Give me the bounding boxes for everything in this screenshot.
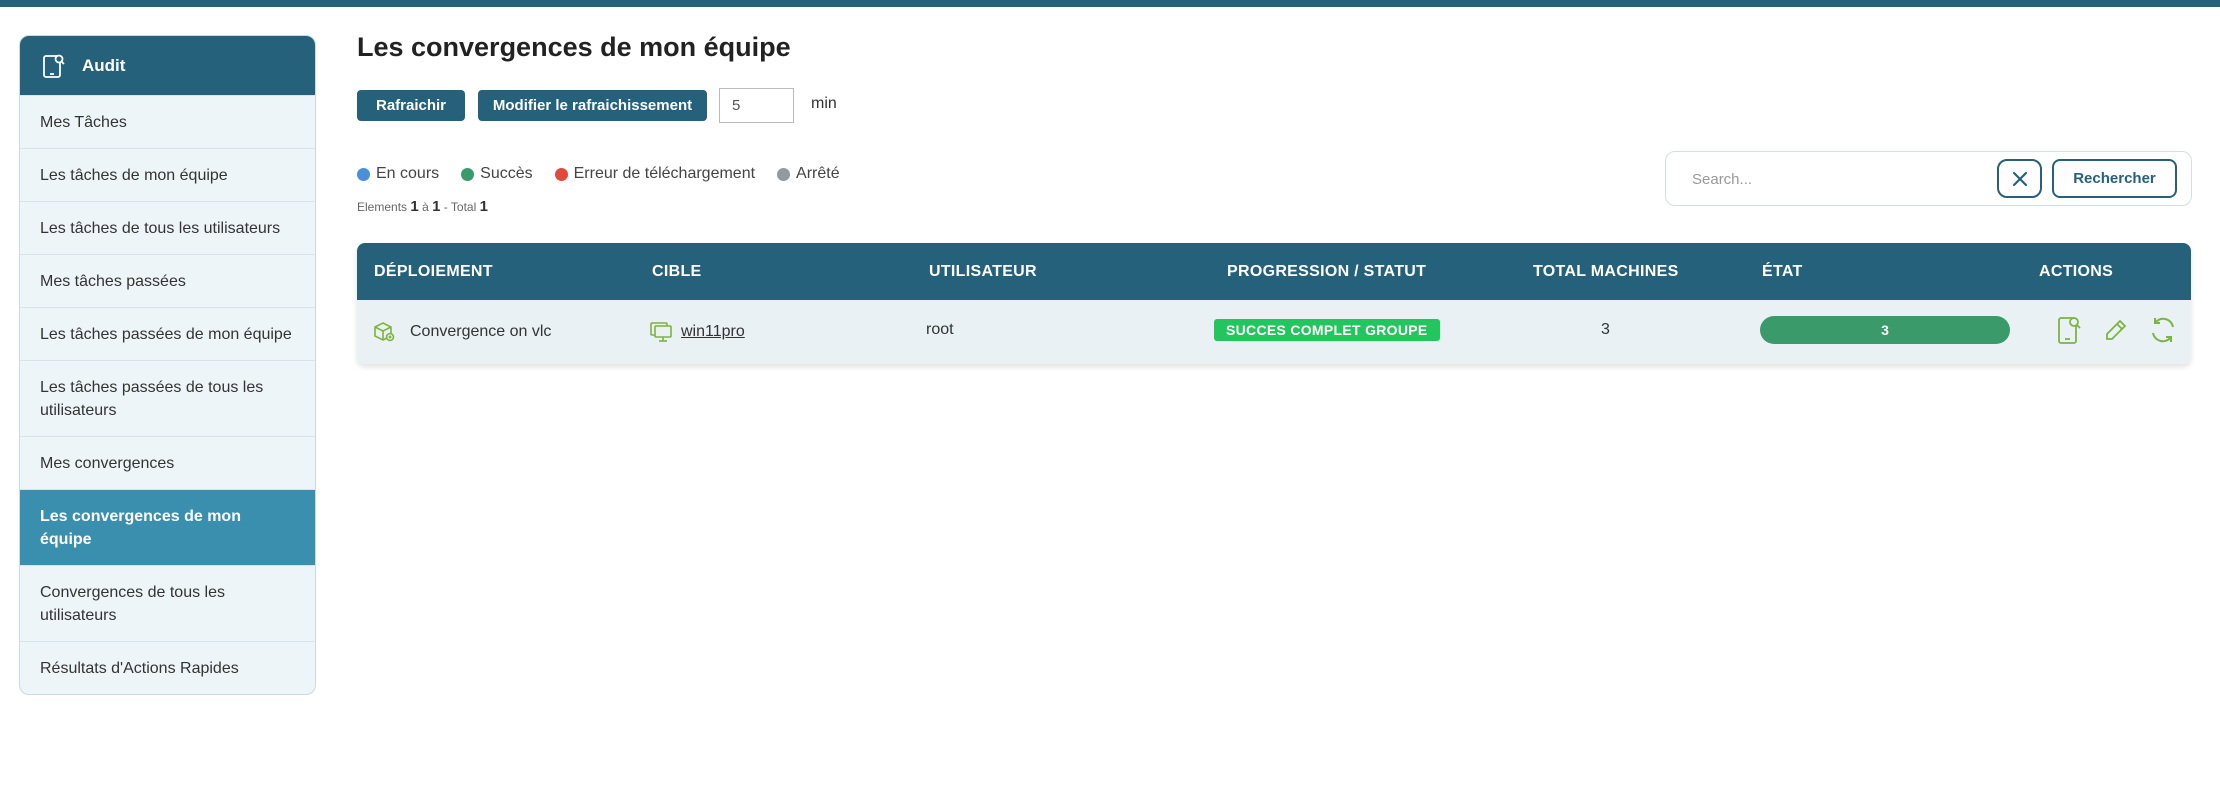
cell-user: root [926,321,954,338]
col-header-target[interactable]: CIBLE [652,243,702,300]
convergences-table: DÉPLOIEMENT CIBLE UTILISATEUR PROGRESSIO… [357,243,2191,364]
pagination-prefix: Elements [357,200,408,214]
refresh-interval-input[interactable] [719,88,794,123]
close-icon [2012,171,2027,186]
sidebar-header[interactable]: Audit [20,36,315,95]
pagination-total: 1 [479,198,488,215]
table-header: DÉPLOIEMENT CIBLE UTILISATEUR PROGRESSIO… [357,243,2191,300]
legend-label: Erreur de téléchargement [573,165,756,182]
pagination-to: 1 [432,198,441,215]
search-input[interactable] [1680,162,1980,196]
sidebar-item-label: Mes convergences [40,454,175,472]
cell-actions [2052,300,2191,360]
audit-action-button[interactable] [2052,313,2086,347]
sidebar-item-all-users-convergences[interactable]: Convergences de tous les utilisateurs [20,565,315,641]
computer-icon [650,322,672,342]
legend-label: Arrêté [796,165,840,182]
sidebar-item-team-tasks[interactable]: Les tâches de mon équipe [20,148,315,201]
cell-deployment: Convergence on vlc [372,300,551,364]
target-link[interactable]: win11pro [681,323,745,341]
sidebar-item-label: Mes Tâches [40,113,127,131]
sidebar-item-label: Résultats d'Actions Rapides [40,659,239,677]
sidebar-item-my-past-tasks[interactable]: Mes tâches passées [20,254,315,307]
legend-dot-blue [357,167,370,181]
sidebar-item-my-convergences[interactable]: Mes convergences [20,436,315,489]
pagination-total-label: - Total [443,200,477,214]
search-bar: Rechercher [1665,151,2192,206]
refresh-unit-label: min [811,95,837,112]
pagination-from: 1 [410,198,419,215]
sidebar-header-label: Audit [82,55,126,75]
col-header-state[interactable]: ÉTAT [1762,243,1803,300]
pagination-sep: à [422,200,429,214]
legend-item-in-progress: En cours [357,165,439,183]
sidebar-item-team-convergences[interactable]: Les convergences de mon équipe [20,489,315,565]
sidebar-item-all-users-tasks[interactable]: Les tâches de tous les utilisateurs [20,201,315,254]
legend-label: En cours [376,165,440,182]
audit-detail-icon [2058,317,2081,344]
col-header-progress-status[interactable]: PROGRESSION / STATUT [1227,243,1426,300]
pagination-info: Elements 1 à 1 - Total 1 [357,198,488,215]
status-badge: SUCCES COMPLET GROUPE [1214,319,1440,341]
cell-total-machines: 3 [1601,321,1610,338]
sidebar-item-label: Les tâches passées de tous les utilisate… [40,378,264,419]
cell-status: SUCCES COMPLET GROUPE [1214,300,1440,360]
legend-dot-red [554,167,568,181]
table-row: Convergence on vlc win11pro root SUCCES … [357,300,2191,364]
state-count: 3 [1881,322,1889,338]
deployment-name: Convergence on vlc [410,323,552,340]
refresh-button[interactable]: Rafraichir [357,90,465,121]
legend-item-success: Succès [461,165,533,183]
sidebar: Audit Mes Tâches Les tâches de mon équip… [19,35,316,695]
col-header-actions: ACTIONS [2039,262,2114,280]
sidebar-item-label: Mes tâches passées [40,272,186,290]
package-icon [374,322,395,342]
cell-target: win11pro [649,300,745,364]
top-accent-bar [0,0,2220,7]
page-title: Les convergences de mon équipe [357,32,791,62]
cell-state: 3 [1760,300,2010,360]
col-header-total-machines[interactable]: TOTAL MACHINES [1533,243,1679,300]
sidebar-item-label: Convergences de tous les utilisateurs [40,583,225,624]
sidebar-item-label: Les tâches de mon équipe [40,166,228,184]
legend-item-stopped: Arrêté [777,165,840,183]
search-button[interactable]: Rechercher [2052,159,2177,198]
legend-label: Succès [480,165,533,182]
legend-dot-grey [777,167,791,181]
audit-icon [43,54,65,78]
edit-action-button[interactable] [2099,313,2133,347]
sidebar-item-label: Les tâches de tous les utilisateurs [40,219,281,237]
sidebar-item-label: Les tâches passées de mon équipe [40,325,292,343]
legend-dot-green [461,167,475,181]
sidebar-item-team-past-tasks[interactable]: Les tâches passées de mon équipe [20,307,315,360]
modify-refresh-button[interactable]: Modifier le rafraichissement [478,90,707,121]
col-header-deployment[interactable]: DÉPLOIEMENT [374,243,493,300]
reload-action-button[interactable] [2146,313,2180,347]
clear-search-button[interactable] [1997,159,2042,198]
sidebar-item-all-users-past-tasks[interactable]: Les tâches passées de tous les utilisate… [20,360,315,436]
sidebar-item-label: Les convergences de mon équipe [40,507,241,548]
refresh-icon [2152,317,2174,343]
sidebar-item-my-tasks[interactable]: Mes Tâches [20,95,315,148]
col-header-user[interactable]: UTILISATEUR [929,243,1037,300]
sidebar-item-quick-actions-results[interactable]: Résultats d'Actions Rapides [20,641,315,694]
pencil-icon [2106,319,2127,340]
status-legend: En cours Succès Erreur de téléchargement… [357,165,862,183]
state-progress-bar: 3 [1760,316,2010,344]
legend-item-download-error: Erreur de téléchargement [554,165,756,183]
